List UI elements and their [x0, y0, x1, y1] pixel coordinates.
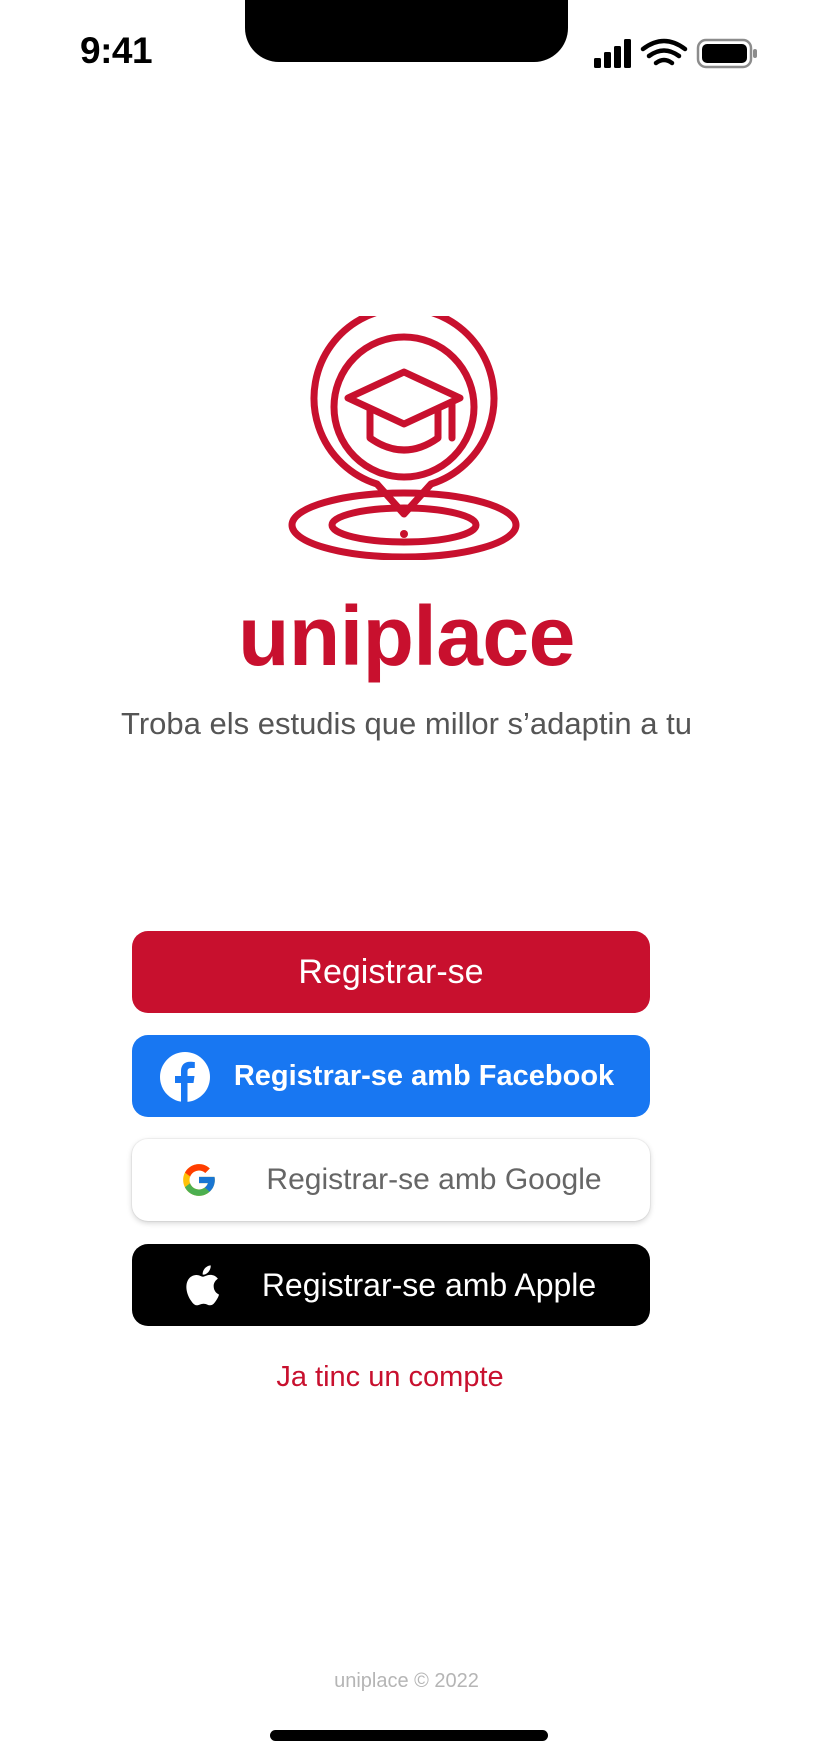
- register-facebook-button[interactable]: Registrar-se amb Facebook: [132, 1035, 650, 1117]
- battery-icon: [696, 38, 757, 69]
- graduation-cap-location-pin-icon: [286, 304, 530, 561]
- brand-name: uniplace: [238, 589, 575, 683]
- register-facebook-label: Registrar-se amb Facebook: [233, 1059, 615, 1092]
- facebook-icon: [160, 1052, 210, 1102]
- status-icons: [594, 38, 759, 70]
- cellular-signal-icon: [594, 39, 631, 68]
- status-bar: 9:41: [0, 0, 813, 110]
- register-apple-button[interactable]: Registrar-se amb Apple: [132, 1244, 650, 1326]
- device-notch: [245, 0, 568, 62]
- login-link[interactable]: Ja tinc un compte: [0, 1361, 780, 1394]
- home-indicator[interactable]: [270, 1730, 548, 1741]
- register-google-button[interactable]: Registrar-se amb Google: [132, 1139, 650, 1221]
- register-apple-label: Registrar-se amb Apple: [261, 1266, 597, 1303]
- register-button[interactable]: Registrar-se: [132, 931, 650, 1013]
- status-time: 9:41: [80, 30, 153, 71]
- register-google-label: Registrar-se amb Google: [266, 1163, 602, 1196]
- tagline: Troba els estudis que millor s’adaptin a…: [121, 706, 692, 741]
- apple-icon: [184, 1264, 220, 1306]
- register-button-label: Registrar-se: [298, 952, 484, 991]
- wifi-icon: [640, 38, 688, 66]
- footer-copyright: uniplace © 2022: [334, 1670, 479, 1692]
- google-icon: [180, 1161, 218, 1199]
